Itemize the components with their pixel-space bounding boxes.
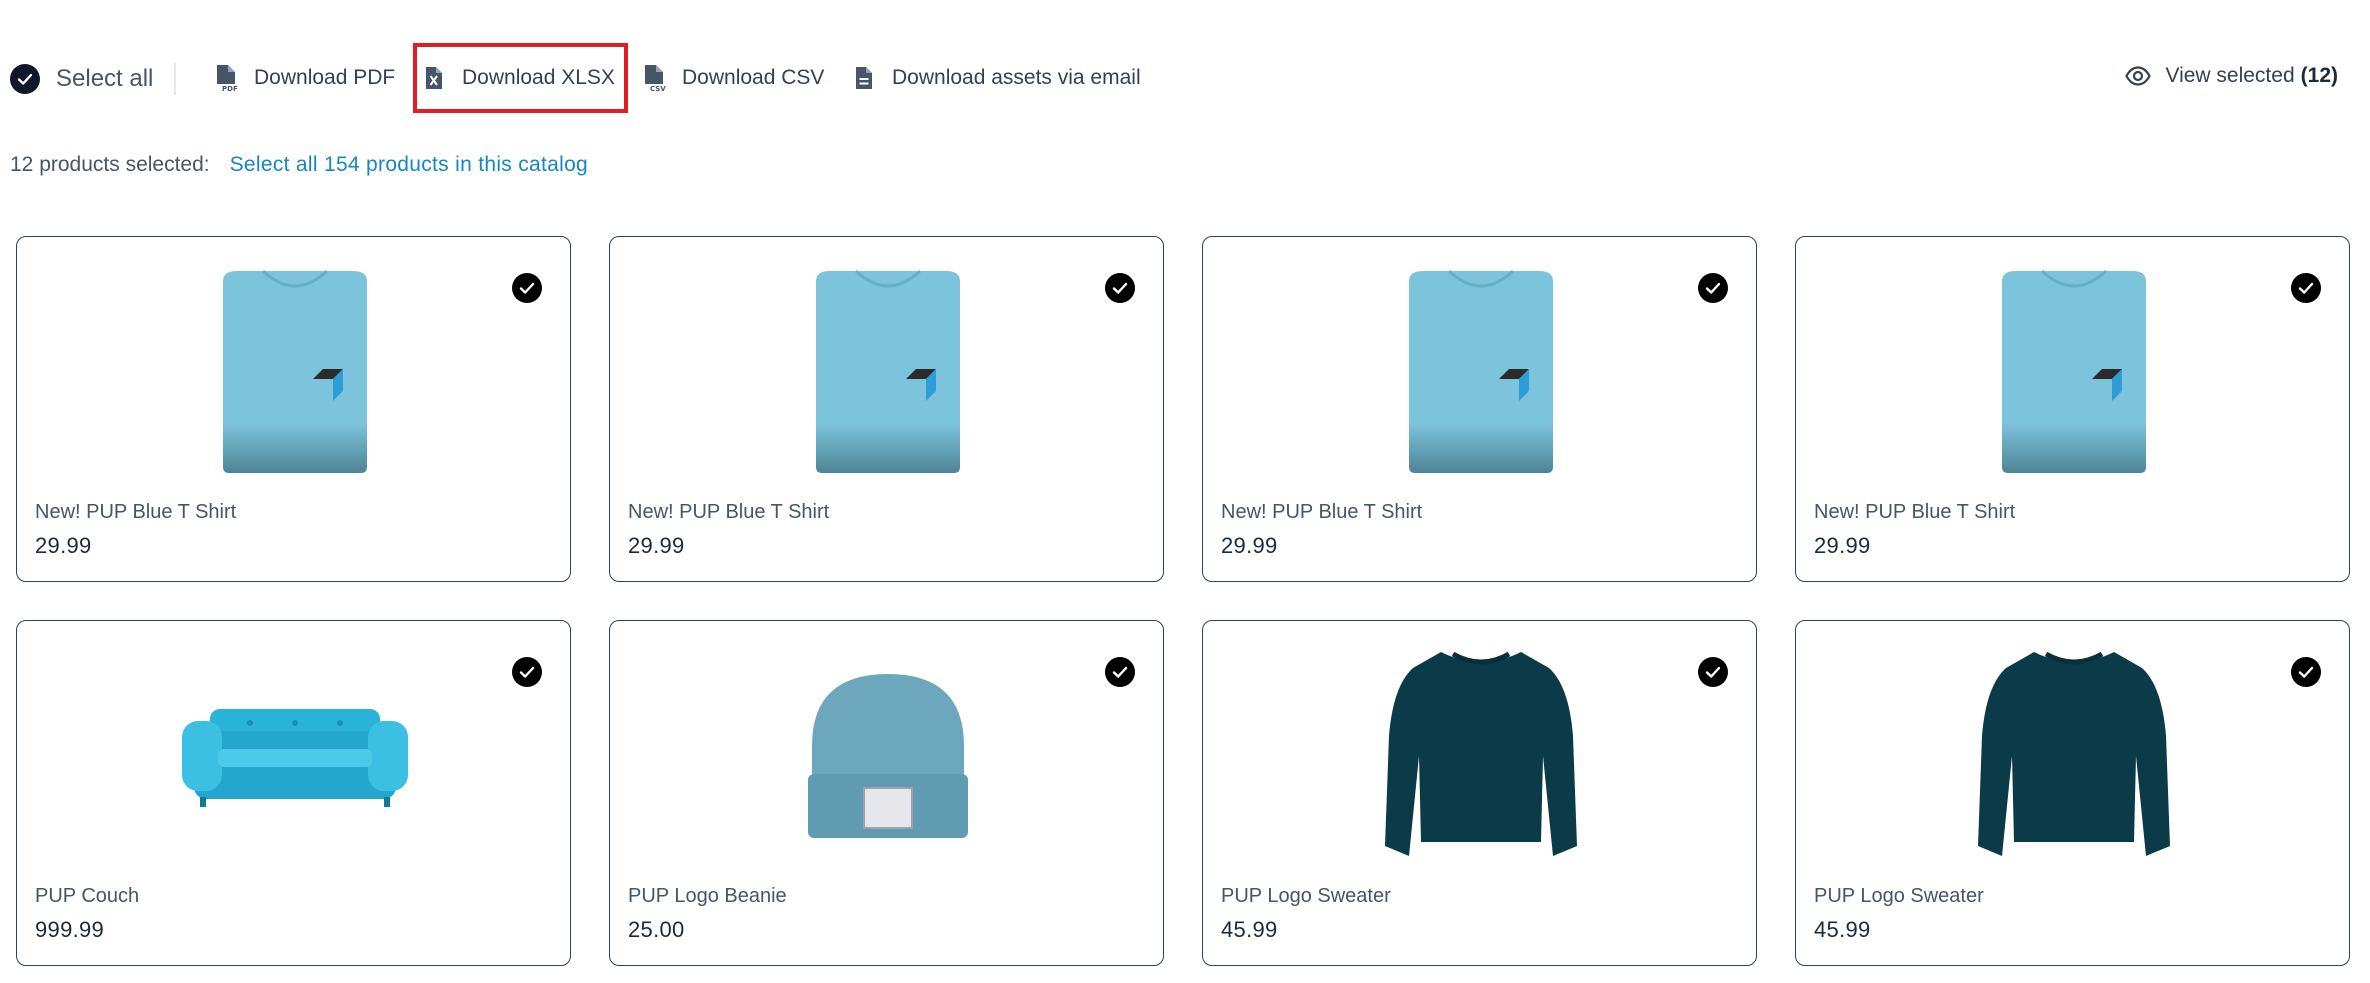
product-name: New! PUP Blue T Shirt <box>35 501 237 523</box>
product-price: 45.99 <box>1221 917 1278 942</box>
product-image <box>1203 641 1758 871</box>
svg-text:PDF: PDF <box>222 85 238 92</box>
product-card[interactable]: New! PUP Blue T Shirt 29.99 <box>16 236 571 582</box>
select-all-toggle[interactable]: Select all <box>10 61 153 97</box>
product-card[interactable]: New! PUP Blue T Shirt 29.99 <box>1202 236 1757 582</box>
pdf-file-icon: PDF <box>217 65 238 92</box>
download-assets-email-button[interactable]: Download assets via email <box>852 64 1141 92</box>
tshirt-image <box>1408 269 1553 473</box>
svg-text:CSV: CSV <box>650 85 666 92</box>
product-image <box>17 257 572 487</box>
download-pdf-label: Download PDF <box>254 66 396 89</box>
sweater-image <box>1384 651 1577 856</box>
product-price: 29.99 <box>1814 533 1871 558</box>
download-xlsx-button[interactable]: Download XLSX <box>422 64 615 92</box>
tshirt-image <box>2001 269 2146 473</box>
sweater-image <box>1977 651 2170 856</box>
product-image <box>1203 257 1758 487</box>
product-card[interactable]: PUP Logo Sweater 45.99 <box>1202 620 1757 966</box>
download-xlsx-label: Download XLSX <box>462 66 615 89</box>
product-card[interactable]: PUP Logo Beanie 25.00 <box>609 620 1164 966</box>
selection-info: 12 products selected: Select all 154 pro… <box>10 153 588 177</box>
product-image <box>1796 641 2351 871</box>
eye-icon <box>2125 66 2152 86</box>
product-price: 999.99 <box>35 917 105 942</box>
view-selected-count: (12) <box>2300 64 2338 87</box>
tshirt-image <box>222 269 367 473</box>
view-selected-label: View selected <box>2165 64 2295 87</box>
tshirt-image <box>815 269 960 473</box>
beanie-image <box>807 674 968 838</box>
product-price: 25.00 <box>628 917 685 942</box>
product-image <box>610 641 1165 871</box>
product-name: PUP Logo Beanie <box>628 885 787 907</box>
download-pdf-button[interactable]: PDF Download PDF <box>214 64 395 92</box>
product-card[interactable]: PUP Logo Sweater 45.99 <box>1795 620 2350 966</box>
product-name: PUP Couch <box>35 885 140 907</box>
couch-image <box>181 709 408 807</box>
product-price: 45.99 <box>1814 917 1871 942</box>
product-image <box>17 641 572 871</box>
download-csv-label: Download CSV <box>682 66 825 89</box>
toolbar-divider <box>174 63 176 95</box>
product-card[interactable]: PUP Couch 999.99 <box>16 620 571 966</box>
selected-count-text: 12 products selected: <box>10 153 210 176</box>
product-image <box>610 257 1165 487</box>
toolbar: Select all PDF Download PDF Download XLS… <box>0 0 2370 160</box>
product-name: PUP Logo Sweater <box>1221 885 1391 907</box>
product-name: PUP Logo Sweater <box>1814 885 1984 907</box>
product-price: 29.99 <box>1221 533 1278 558</box>
product-price: 29.99 <box>35 533 92 558</box>
product-price: 29.99 <box>628 533 685 558</box>
product-image <box>1796 257 2351 487</box>
view-selected-button[interactable]: View selected (12) <box>2125 64 2338 88</box>
excel-file-icon <box>426 67 442 89</box>
product-name: New! PUP Blue T Shirt <box>1221 501 1423 523</box>
select-all-catalog-link[interactable]: Select all 154 products in this catalog <box>230 153 588 177</box>
select-all-label: Select all <box>56 65 154 92</box>
product-name: New! PUP Blue T Shirt <box>1814 501 2016 523</box>
document-icon <box>856 67 872 89</box>
csv-file-icon: CSV <box>645 65 666 92</box>
product-name: New! PUP Blue T Shirt <box>628 501 830 523</box>
product-card[interactable]: New! PUP Blue T Shirt 29.99 <box>1795 236 2350 582</box>
product-card[interactable]: New! PUP Blue T Shirt 29.99 <box>609 236 1164 582</box>
check-icon <box>10 64 40 94</box>
download-email-label: Download assets via email <box>892 66 1141 89</box>
download-csv-button[interactable]: CSV Download CSV <box>642 64 824 92</box>
